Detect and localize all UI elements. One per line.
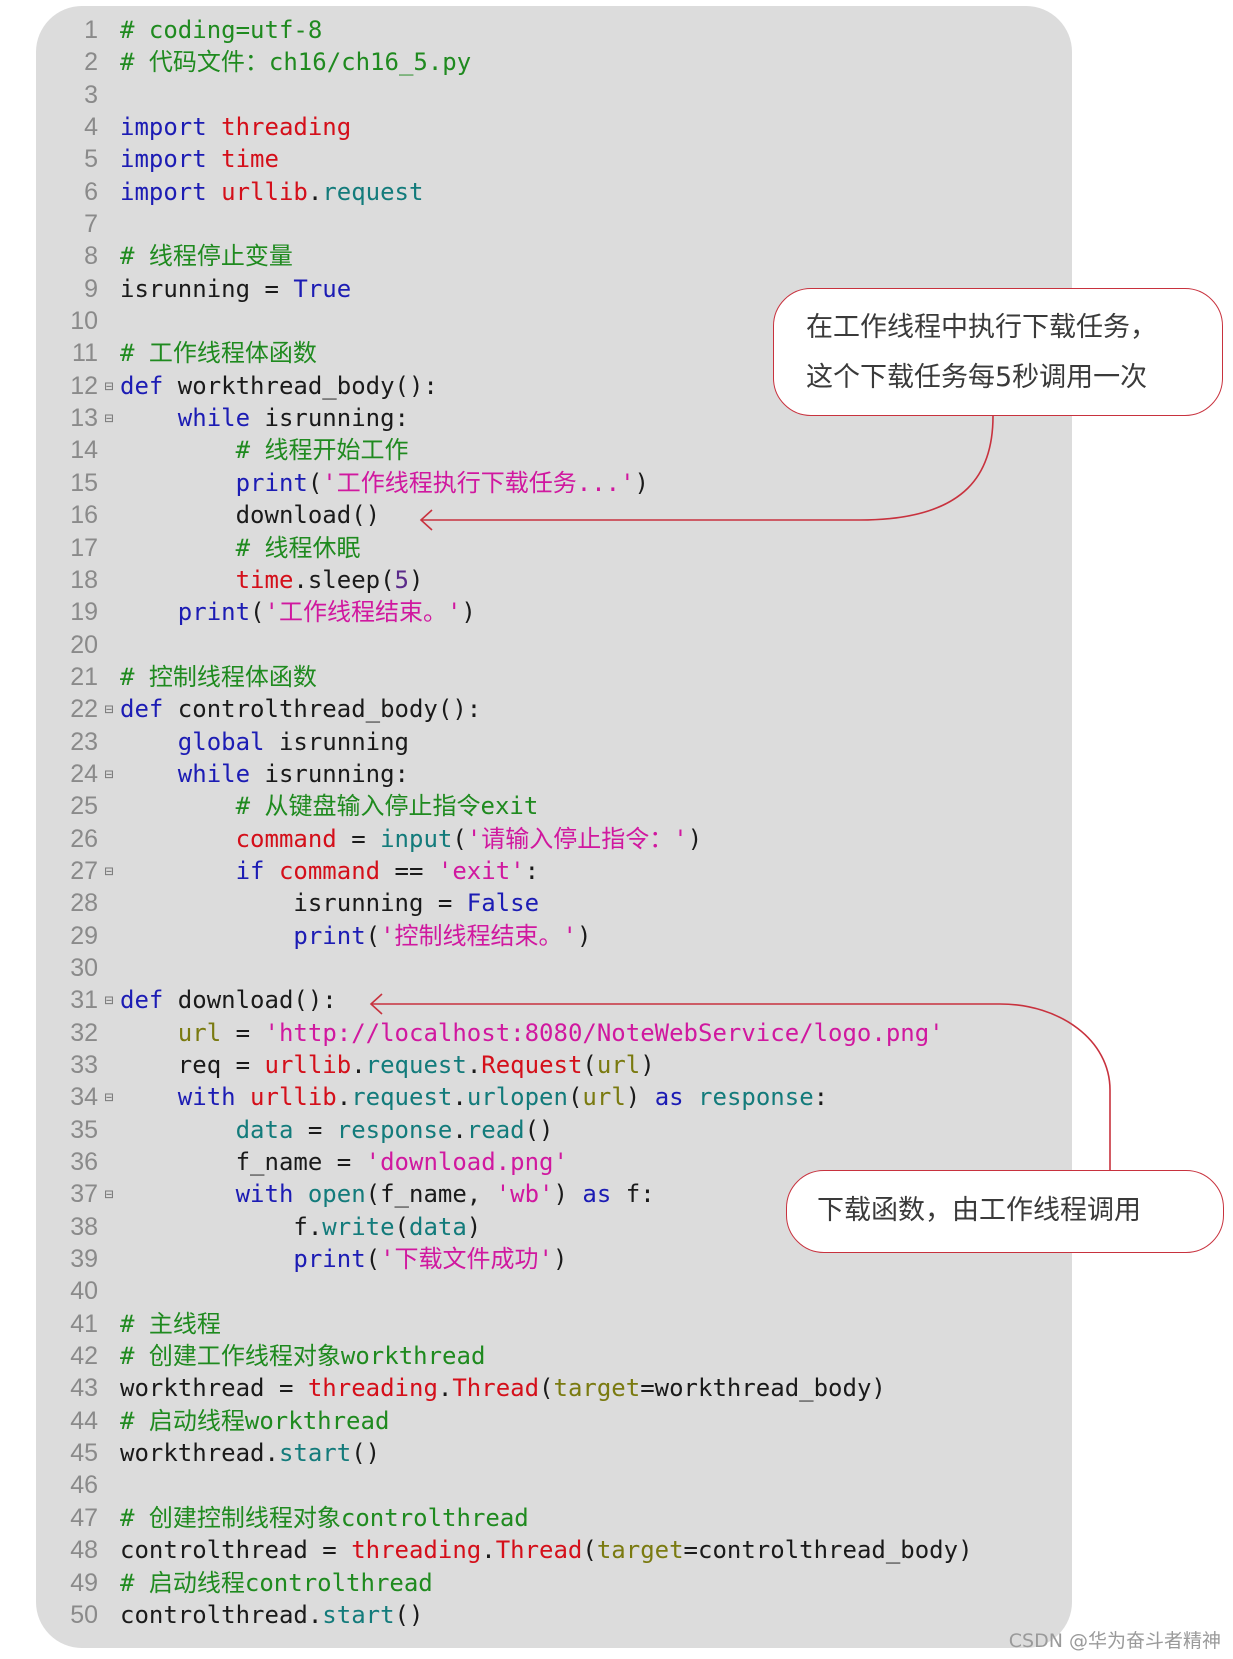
annotation-arrows	[369, 415, 1111, 1170]
watermark: CSDN @华为奋斗者精神	[1008, 1630, 1221, 1652]
callout-worker-download: 在工作线程中执行下载任务， 这个下载任务每5秒调用一次	[773, 288, 1223, 416]
worker-callout-connector	[422, 415, 994, 521]
callout-worker-line1: 在工作线程中执行下载任务，	[806, 312, 1157, 343]
callout-worker-line2: 这个下载任务每5秒调用一次	[806, 362, 1148, 393]
callout-download-function: 下载函数，由工作线程调用	[786, 1170, 1224, 1253]
download-callout-connector	[372, 1003, 1111, 1170]
callout-download-text: 下载函数，由工作线程调用	[817, 1195, 1141, 1226]
